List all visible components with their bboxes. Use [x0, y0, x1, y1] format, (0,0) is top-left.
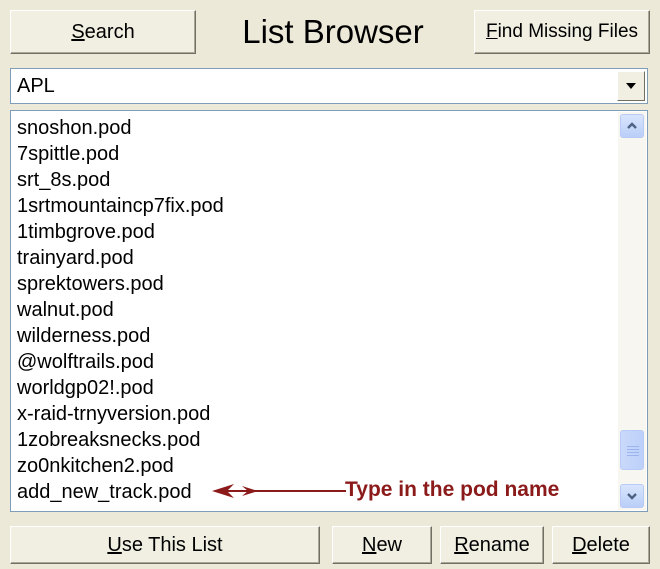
- list-selector-value: APL: [17, 74, 55, 97]
- scroll-up-icon: [627, 122, 637, 129]
- scrollbar-grip: [627, 446, 639, 447]
- scroll-down-icon: [627, 493, 637, 500]
- scrollbar-grip: [627, 449, 639, 450]
- list-item[interactable]: 7spittle.pod: [17, 141, 611, 167]
- scroll-up-button[interactable]: [620, 114, 644, 138]
- new-accel: N: [361, 533, 377, 556]
- rename-accel: R: [454, 533, 469, 556]
- list-item[interactable]: worldgp02!.pod: [17, 375, 611, 401]
- file-listbox[interactable]: snoshon.pod 7spittle.pod srt_8s.pod 1srtmou…: [10, 110, 648, 512]
- list-item[interactable]: x-raid-trnyversion.pod: [17, 401, 611, 427]
- scrollbar-grip: [627, 452, 639, 453]
- use-this-list-accel: U: [107, 533, 122, 556]
- new-rest: ew: [376, 533, 403, 556]
- vertical-scrollbar[interactable]: [618, 112, 646, 510]
- scroll-down-button[interactable]: [620, 484, 644, 508]
- annotation-text: Type in the pod name: [345, 478, 560, 501]
- list-item[interactable]: 1timbgrove.pod: [17, 219, 611, 245]
- search-button-rest: earch: [84, 20, 135, 43]
- file-list: snoshon.pod 7spittle.pod srt_8s.pod 1srtmou…: [17, 115, 611, 505]
- list-item[interactable]: 1srtmountaincp7fix.pod: [17, 193, 611, 219]
- scrollbar-thumb[interactable]: [620, 430, 644, 470]
- list-item[interactable]: 1zobreaksnecks.pod: [17, 427, 611, 453]
- list-item[interactable]: walnut.pod: [17, 297, 611, 323]
- find-missing-files-accel: F: [485, 21, 498, 42]
- list-item[interactable]: srt_8s.pod: [17, 167, 611, 193]
- delete-button[interactable]: Delete: [552, 526, 650, 564]
- use-this-list-button[interactable]: Use This List: [10, 526, 320, 564]
- search-button[interactable]: Search: [10, 10, 196, 54]
- dropdown-button[interactable]: [617, 71, 645, 101]
- window-title: List Browser: [242, 13, 424, 50]
- delete-rest: elete: [586, 533, 630, 556]
- list-selector-combobox[interactable]: APL: [10, 68, 648, 104]
- scrollbar-grip: [627, 455, 639, 456]
- list-item[interactable]: @wolftrails.pod: [17, 349, 611, 375]
- rename-rest: ename: [468, 533, 530, 556]
- list-item[interactable]: sprektowers.pod: [17, 271, 611, 297]
- list-item[interactable]: snoshon.pod: [17, 115, 611, 141]
- list-item[interactable]: wilderness.pod: [17, 323, 611, 349]
- new-button[interactable]: New: [332, 526, 432, 564]
- list-item[interactable]: trainyard.pod: [17, 245, 611, 271]
- arrow-left-icon: [212, 484, 346, 498]
- use-this-list-rest: se This List: [121, 533, 223, 556]
- search-button-accel: S: [71, 20, 85, 43]
- find-missing-files-rest: ind Missing Files: [497, 21, 639, 42]
- chevron-down-icon: [626, 83, 636, 89]
- list-item[interactable]: zo0nkitchen2.pod: [17, 453, 611, 479]
- find-missing-files-button[interactable]: Find Missing Files: [474, 10, 650, 54]
- rename-button[interactable]: Rename: [440, 526, 544, 564]
- delete-accel: D: [572, 533, 587, 556]
